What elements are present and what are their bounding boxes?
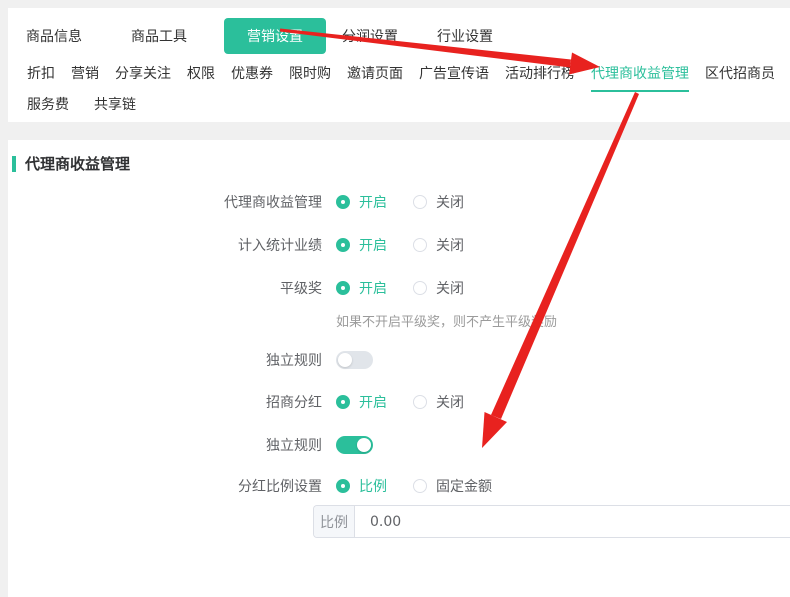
subtab-shared-chain[interactable]: 共享链 <box>94 94 136 123</box>
radio-unselected-icon <box>413 195 427 209</box>
independent-rule-toggle-on[interactable] <box>336 436 373 454</box>
ratio-input-row: 比例 <box>313 505 790 538</box>
radio-option-on[interactable]: 开启 <box>336 278 387 298</box>
radio-unselected-icon <box>413 238 427 252</box>
field-label-independent-rule-1: 独立规则 <box>8 350 322 370</box>
radio-option-off[interactable]: 关闭 <box>413 392 464 412</box>
form-row: 平级奖 开启 关闭 <box>8 278 790 298</box>
subtab-share-follow[interactable]: 分享关注 <box>115 63 171 92</box>
page-title: 代理商收益管理 <box>25 153 130 174</box>
tab-product-info[interactable]: 商品信息 <box>26 26 82 46</box>
tab-profit-settings[interactable]: 分润设置 <box>342 26 398 46</box>
subtab-invite-page[interactable]: 邀请页面 <box>347 63 403 92</box>
radio-option-on[interactable]: 开启 <box>336 192 387 212</box>
form-row: 代理商收益管理 开启 关闭 <box>8 192 790 212</box>
subtab-flash-sale[interactable]: 限时购 <box>289 63 331 92</box>
field-label-merchant-dividend: 招商分红 <box>8 392 322 412</box>
ratio-input[interactable] <box>355 506 790 537</box>
form-row: 招商分红 开启 关闭 <box>8 392 790 412</box>
radio-group-peer-bonus: 开启 关闭 <box>336 278 464 298</box>
ratio-input-prefix-label: 比例 <box>314 506 355 537</box>
subtab-marketing[interactable]: 营销 <box>71 63 99 92</box>
subtab-district-agent-recruiter[interactable]: 区代招商员 <box>705 63 775 92</box>
tabs-panel: 商品信息 商品工具 营销设置 分润设置 行业设置 折扣 营销 分享关注 权限 优… <box>8 8 790 122</box>
radio-option-ratio[interactable]: 比例 <box>336 476 387 496</box>
subtab-agent-revenue-management[interactable]: 代理商收益管理 <box>591 63 689 92</box>
subtab-permissions[interactable]: 权限 <box>187 63 215 92</box>
sub-tab-bar-row2: 服务费 共享链 <box>8 94 790 123</box>
radio-selected-icon <box>336 479 350 493</box>
field-label-independent-rule-2: 独立规则 <box>8 435 322 455</box>
subtab-coupon[interactable]: 优惠券 <box>231 63 273 92</box>
radio-group-agent-revenue: 开启 关闭 <box>336 192 464 212</box>
radio-option-fixed-amount[interactable]: 固定金额 <box>413 476 492 496</box>
subtab-service-fee[interactable]: 服务费 <box>27 94 69 123</box>
field-label-peer-bonus: 平级奖 <box>8 278 322 298</box>
subtab-discount[interactable]: 折扣 <box>27 63 55 92</box>
subtab-ad-slogan[interactable]: 广告宣传语 <box>419 63 489 92</box>
tab-industry-settings[interactable]: 行业设置 <box>437 26 493 46</box>
radio-group-count-performance: 开启 关闭 <box>336 235 464 255</box>
peer-bonus-hint: 如果不开启平级奖，则不产生平级奖励 <box>336 311 790 330</box>
content-panel: 代理商收益管理 代理商收益管理 开启 关闭 计入统计业绩 开启 关闭 <box>8 140 790 597</box>
independent-rule-toggle-off[interactable] <box>336 351 373 369</box>
form-row: 独立规则 <box>8 435 790 455</box>
main-tab-bar: 商品信息 商品工具 营销设置 分润设置 行业设置 <box>8 8 790 54</box>
subtab-activity-rank[interactable]: 活动排行榜 <box>505 63 575 92</box>
radio-selected-icon <box>336 395 350 409</box>
field-label-count-performance: 计入统计业绩 <box>8 235 322 255</box>
radio-unselected-icon <box>413 395 427 409</box>
section-accent-bar <box>12 156 16 172</box>
radio-group-dividend-ratio: 比例 固定金额 <box>336 476 492 496</box>
radio-option-off[interactable]: 关闭 <box>413 278 464 298</box>
radio-option-off[interactable]: 关闭 <box>413 235 464 255</box>
radio-selected-icon <box>336 281 350 295</box>
radio-option-off[interactable]: 关闭 <box>413 192 464 212</box>
form-row: 独立规则 <box>8 350 790 370</box>
radio-unselected-icon <box>413 281 427 295</box>
radio-unselected-icon <box>413 479 427 493</box>
field-label-agent-revenue: 代理商收益管理 <box>8 192 322 212</box>
form-row: 分红比例设置 比例 固定金额 <box>8 476 790 496</box>
tab-marketing-settings[interactable]: 营销设置 <box>224 18 326 54</box>
sub-tab-bar-row1: 折扣 营销 分享关注 权限 优惠券 限时购 邀请页面 广告宣传语 活动排行榜 代… <box>8 63 790 92</box>
ratio-input-group: 比例 <box>313 505 790 538</box>
tab-product-tools[interactable]: 商品工具 <box>131 26 187 46</box>
radio-option-on[interactable]: 开启 <box>336 392 387 412</box>
radio-group-merchant-dividend: 开启 关闭 <box>336 392 464 412</box>
radio-selected-icon <box>336 238 350 252</box>
radio-option-on[interactable]: 开启 <box>336 235 387 255</box>
section-header: 代理商收益管理 <box>12 153 790 174</box>
field-label-dividend-ratio-setting: 分红比例设置 <box>8 476 322 496</box>
form-row: 计入统计业绩 开启 关闭 <box>8 235 790 255</box>
radio-selected-icon <box>336 195 350 209</box>
